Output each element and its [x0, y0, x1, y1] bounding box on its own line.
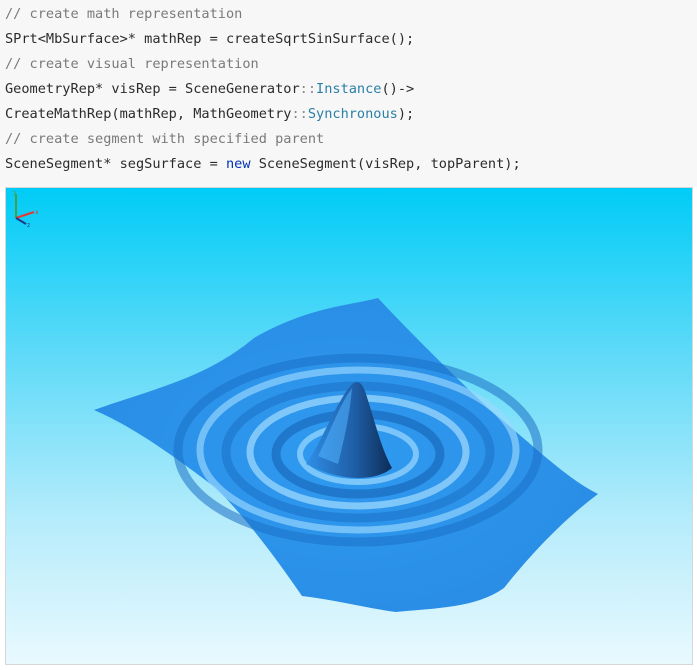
code-comment: // create segment with specified parent: [5, 131, 325, 147]
code-line: SceneSegment* segSurface = new SceneSegm…: [0, 152, 697, 177]
code-token: new: [225, 156, 251, 172]
code-token: ::: [291, 106, 308, 122]
code-token: Instance: [316, 81, 382, 97]
code-token: GeometryRep* visRep = SceneGenerator: [5, 81, 300, 97]
code-token: SceneSegment* segSurface =: [5, 156, 226, 172]
code-comment: // create math representation: [5, 6, 243, 22]
code-line: GeometryRep* visRep = SceneGenerator::In…: [0, 77, 697, 102]
code-line: CreateMathRep(mathRep, MathGeometry::Syn…: [0, 102, 697, 127]
code-block: // create math representation SPrt<MbSurf…: [0, 0, 697, 187]
code-line: // create math representation: [0, 2, 697, 27]
axes-triad: y x z: [13, 189, 39, 228]
code-token: ()->: [381, 81, 415, 97]
axis-y-label: y: [13, 189, 17, 196]
code-line: // create segment with specified parent: [0, 127, 697, 152]
code-line: // create visual representation: [0, 52, 697, 77]
code-token: );: [397, 106, 415, 122]
code-token: ::: [299, 81, 317, 97]
3d-viewport[interactable]: y x z: [5, 187, 693, 665]
sqrt-sin-surface[interactable]: [6, 188, 692, 664]
code-token: SceneSegment(visRep, topParent);: [250, 156, 521, 172]
code-line: SPrt<MbSurface>* mathRep = createSqrtSin…: [0, 27, 697, 52]
code-comment: // create visual representation: [5, 56, 259, 72]
code-token: CreateMathRep(mathRep, MathGeometry: [5, 106, 292, 122]
axis-x-label: x: [35, 209, 39, 216]
code-token: Synchronous: [307, 106, 398, 122]
code-token: SPrt<MbSurface>* mathRep = createSqrtSin…: [5, 31, 415, 47]
axis-z-label: z: [27, 222, 30, 228]
